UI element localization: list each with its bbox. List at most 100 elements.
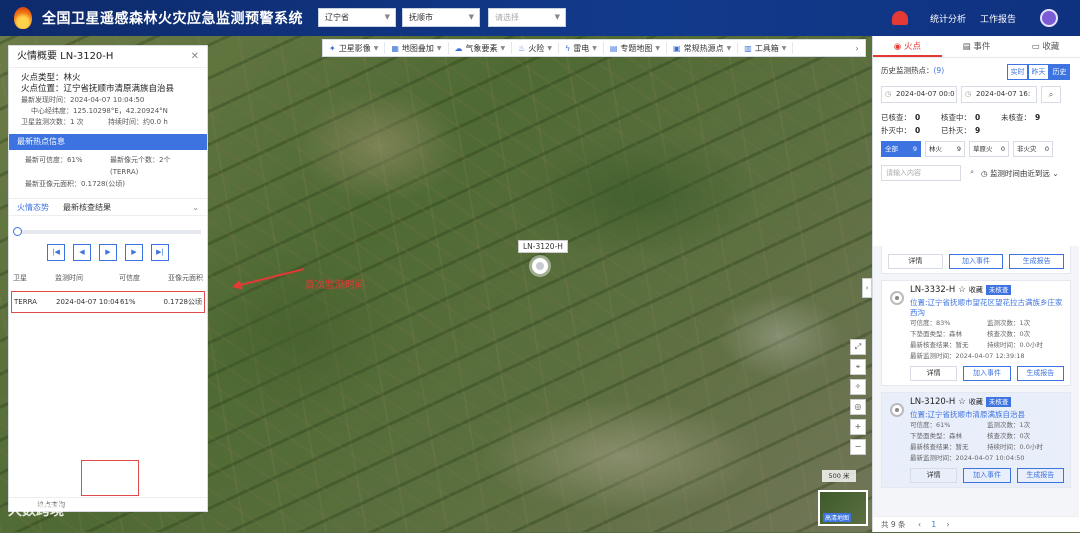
- hotspot-list: 详情 加入事件 生成报告 LN-3332-H ☆ 收藏 未核查 位置:辽宁省抚顺市望花…: [873, 246, 1079, 518]
- step-back-icon[interactable]: ◀: [73, 244, 91, 261]
- right-tabs: ◉ 火点 ▤ 事件 ▭ 收藏: [873, 36, 1080, 58]
- search-icon[interactable]: ⌕: [1041, 86, 1061, 103]
- chevron-right-icon[interactable]: ›: [849, 44, 865, 53]
- toolbar-heat-source[interactable]: ▣ 常规热源点 ▼: [667, 42, 739, 54]
- search-input[interactable]: 请输入内容: [881, 165, 974, 181]
- slider-handle[interactable]: [13, 227, 22, 236]
- kv-label: 监测次数：: [987, 421, 1020, 429]
- fire-point-marker[interactable]: [532, 258, 548, 274]
- radio-icon[interactable]: [890, 291, 904, 305]
- close-icon[interactable]: ✕: [191, 46, 199, 68]
- tab-hotspot[interactable]: ◉ 火点: [873, 36, 942, 57]
- next-page-icon[interactable]: ›: [947, 520, 950, 529]
- toolbar-weather[interactable]: ☁ 气象要素 ▼: [449, 42, 513, 54]
- filter-non-fire[interactable]: 非火灾 0: [1013, 141, 1053, 157]
- filter-all[interactable]: 全部 9: [881, 141, 921, 157]
- locate-icon[interactable]: ⌖: [850, 359, 866, 375]
- cell-time: 2024-04-07 10:04: [56, 298, 120, 306]
- toolbar-satellite[interactable]: ✦ 卫星影像 ▼: [323, 42, 386, 54]
- toggle-realtime[interactable]: 实时: [1007, 64, 1028, 80]
- location-row: 火点位置：辽宁省抚顺市清原满族自治县: [21, 84, 195, 95]
- pagination: 共 9 条 ‹ 1 ›: [873, 516, 1079, 532]
- skip-end-icon[interactable]: ▶|: [151, 244, 169, 261]
- search-row: 请输入内容 ◷ 监测时间由近到远 ⌄: [873, 161, 1080, 185]
- tab-fire-situation[interactable]: 火情态势: [17, 202, 49, 213]
- kv-label: 最新核查结果：: [910, 341, 956, 349]
- details-button[interactable]: 详情: [888, 254, 943, 269]
- filter-label: 林火: [929, 145, 942, 153]
- zoom-in-icon[interactable]: +: [850, 419, 866, 435]
- details-button[interactable]: 详情: [910, 468, 958, 483]
- tab-favorite[interactable]: ▭ 收藏: [1011, 36, 1080, 57]
- collapse-panel-icon[interactable]: ›: [862, 278, 872, 298]
- avatar[interactable]: [1040, 9, 1058, 27]
- district-select[interactable]: 请选择 ▼: [488, 8, 566, 27]
- stats-link[interactable]: 统计分析: [930, 12, 966, 25]
- toolbar-toolbox[interactable]: ▥ 工具箱 ▼: [738, 42, 794, 54]
- play-icon[interactable]: ▶: [99, 244, 117, 261]
- skip-start-icon[interactable]: |◀: [47, 244, 65, 261]
- card-row: 最新监测时间：2024-04-07 12:39:18: [910, 351, 1064, 362]
- date-to-input[interactable]: 2024-04-07 16:: [961, 86, 1037, 103]
- latest-time-value: 2024-04-07 10:04:50: [70, 96, 145, 104]
- toggle-history[interactable]: 历史: [1049, 64, 1070, 80]
- report-link[interactable]: 工作报告: [980, 12, 1016, 25]
- monitor-count-value: 1 次: [70, 118, 84, 126]
- filter-forest[interactable]: 林火 9: [925, 141, 965, 157]
- kv-value: 61%: [936, 421, 951, 429]
- kv-value: 83%: [936, 319, 951, 327]
- city-select[interactable]: 抚顺市 ▼: [402, 8, 480, 27]
- date-from-input[interactable]: 2024-04-07 00:0: [881, 86, 957, 103]
- card-title: LN-3120-H ☆ 收藏 未核查: [910, 397, 1064, 407]
- details-button[interactable]: 详情: [910, 366, 958, 381]
- radio-icon[interactable]: [890, 403, 904, 417]
- basemap-switcher[interactable]: 高清地图: [818, 490, 868, 526]
- toolbar-overlay[interactable]: ▦ 地图叠加 ▼: [385, 42, 449, 54]
- chevron-down-icon: ▼: [547, 44, 552, 52]
- filter-grassland[interactable]: 草原火 0: [969, 141, 1009, 157]
- sort-select[interactable]: ◷ 监测时间由近到远 ⌄: [981, 168, 1059, 179]
- kv-value: 2024-04-07 12:39:18: [955, 352, 1025, 360]
- generate-report-button[interactable]: 生成报告: [1016, 366, 1064, 381]
- toolbar-label: 地图叠加: [401, 43, 434, 53]
- add-event-button[interactable]: 加入事件: [963, 366, 1011, 381]
- toggle-yesterday[interactable]: 昨天: [1028, 64, 1049, 80]
- stat-label: 扑灭中：: [881, 126, 911, 135]
- kv-label: 下垫面类型：: [910, 432, 949, 440]
- kv-label: 核查次数：: [987, 330, 1020, 338]
- compass-icon[interactable]: ✧: [850, 379, 866, 395]
- target-icon[interactable]: ◎: [850, 399, 866, 415]
- star-icon[interactable]: ☆: [958, 397, 966, 407]
- tab-event[interactable]: ▤ 事件: [942, 36, 1011, 57]
- toolbar-thematic[interactable]: ▤ 专题地图 ▼: [604, 42, 668, 54]
- add-event-button[interactable]: 加入事件: [948, 254, 1004, 269]
- list-item[interactable]: 详情 加入事件 生成报告: [881, 246, 1071, 274]
- step-forward-icon[interactable]: ▶: [125, 244, 143, 261]
- zoom-out-icon[interactable]: −: [850, 439, 866, 455]
- current-page[interactable]: 1: [931, 520, 936, 529]
- pager-total: 共 9 条: [881, 520, 906, 529]
- timeline-slider[interactable]: [13, 227, 201, 236]
- star-icon[interactable]: ☆: [958, 285, 966, 295]
- table-row[interactable]: TERRA 2024-04-07 10:04 61% 0.1728公顷: [11, 291, 205, 313]
- chevron-down-icon[interactable]: ⌄: [192, 203, 199, 212]
- list-item[interactable]: LN-3120-H ☆ 收藏 未核查 位置:辽宁省抚顺市清原满族自治县 可信度：61%…: [881, 392, 1071, 488]
- toolbar-label: 气象要素: [465, 43, 498, 53]
- hotspot-panel: ◉ 火点 ▤ 事件 ▭ 收藏 历史监测热点：(9) 实时 昨天 历史 2024-…: [872, 36, 1080, 532]
- toolbar-fire-risk[interactable]: ♨ 火险 ▼: [512, 42, 559, 54]
- chevron-down-icon: ▼: [781, 44, 787, 52]
- generate-report-button[interactable]: 生成报告: [1009, 254, 1065, 269]
- tab-latest-verification[interactable]: 最新核查结果: [63, 202, 111, 213]
- hotspot-id: LN-3120-H: [910, 397, 956, 407]
- province-select[interactable]: 辽宁省 ▼: [318, 8, 396, 27]
- prev-page-icon[interactable]: ‹: [918, 520, 921, 529]
- list-item[interactable]: LN-3332-H ☆ 收藏 未核查 位置:辽宁省抚顺市望花区望花拉古满族乡庄家西沟 …: [881, 280, 1071, 386]
- kv-label: 持续时间：: [987, 443, 1020, 451]
- alarm-icon[interactable]: [891, 11, 908, 25]
- add-event-button[interactable]: 加入事件: [963, 468, 1011, 483]
- generate-report-button[interactable]: 生成报告: [1016, 468, 1064, 483]
- fullscreen-icon[interactable]: ⤢: [850, 339, 866, 355]
- flame-logo-icon: [14, 7, 32, 29]
- toolbar-lightning[interactable]: ϟ 雷电 ▼: [559, 42, 604, 54]
- card-title: LN-3332-H ☆ 收藏 未核查: [910, 285, 1064, 295]
